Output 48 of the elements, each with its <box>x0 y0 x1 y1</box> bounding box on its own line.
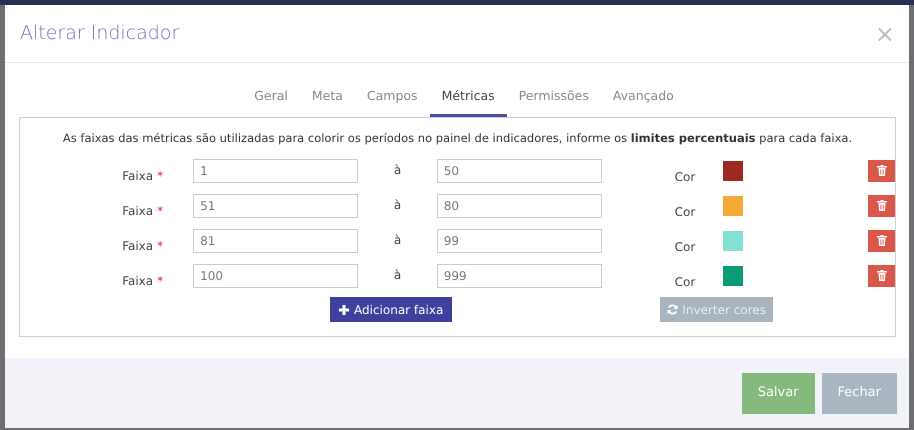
refresh-icon <box>667 304 678 315</box>
color-swatch[interactable] <box>723 160 744 180</box>
separator-text: à <box>394 163 402 177</box>
color-label: Cor <box>674 274 696 288</box>
add-range-button[interactable]: Adicionar faixa <box>330 297 452 322</box>
delete-button[interactable] <box>868 160 896 182</box>
modal-title: Alterar Indicador <box>20 21 180 46</box>
color-swatch[interactable] <box>723 266 744 286</box>
tab[interactable]: Geral <box>242 85 300 117</box>
color-swatch[interactable] <box>723 196 744 216</box>
delete-button[interactable] <box>868 264 896 286</box>
input-field[interactable]: 99 <box>436 228 602 252</box>
plus-icon <box>339 304 349 314</box>
required-mark: * <box>157 238 164 252</box>
color-label: Cor <box>674 170 696 184</box>
field-label: Faixa <box>122 274 154 288</box>
tab[interactable]: Campos <box>354 85 430 117</box>
field-label: Faixa <box>122 204 154 218</box>
input-field[interactable]: 50 <box>436 158 602 182</box>
required-mark: * <box>157 204 164 218</box>
input-field[interactable]: 81 <box>193 228 358 252</box>
delete-button[interactable] <box>868 194 896 216</box>
trash-icon <box>876 235 887 246</box>
trash-icon <box>876 270 887 281</box>
tab[interactable]: Permissões <box>506 85 601 117</box>
tab[interactable]: Métricas <box>430 85 507 117</box>
input-field[interactable]: 80 <box>436 194 602 218</box>
required-mark: * <box>157 274 164 288</box>
save-button[interactable]: Salvar <box>742 372 815 414</box>
description-text: As faixas das métricas são utilizadas para colorir os períodos no painel de indicadores, informe os limites percentuais para cada faixa. <box>62 130 854 147</box>
input-field[interactable]: 51 <box>193 194 358 218</box>
color-swatch[interactable] <box>723 230 744 250</box>
trash-icon <box>876 165 887 176</box>
tab[interactable]: Meta <box>300 85 355 117</box>
color-label: Cor <box>674 204 696 218</box>
tab[interactable]: Avançado <box>600 85 686 117</box>
trash-icon <box>876 200 887 211</box>
field-label: Faixa <box>122 238 154 252</box>
delete-button[interactable] <box>868 230 896 252</box>
input-field[interactable]: 999 <box>436 264 602 288</box>
separator-text: à <box>394 198 402 212</box>
field-label: Faixa <box>122 168 154 182</box>
input-field[interactable]: 100 <box>193 264 358 288</box>
required-mark: * <box>157 168 164 182</box>
separator-text: à <box>394 233 402 247</box>
input-field[interactable]: 1 <box>193 158 358 182</box>
color-label: Cor <box>674 240 696 254</box>
separator-text: à <box>394 268 402 282</box>
